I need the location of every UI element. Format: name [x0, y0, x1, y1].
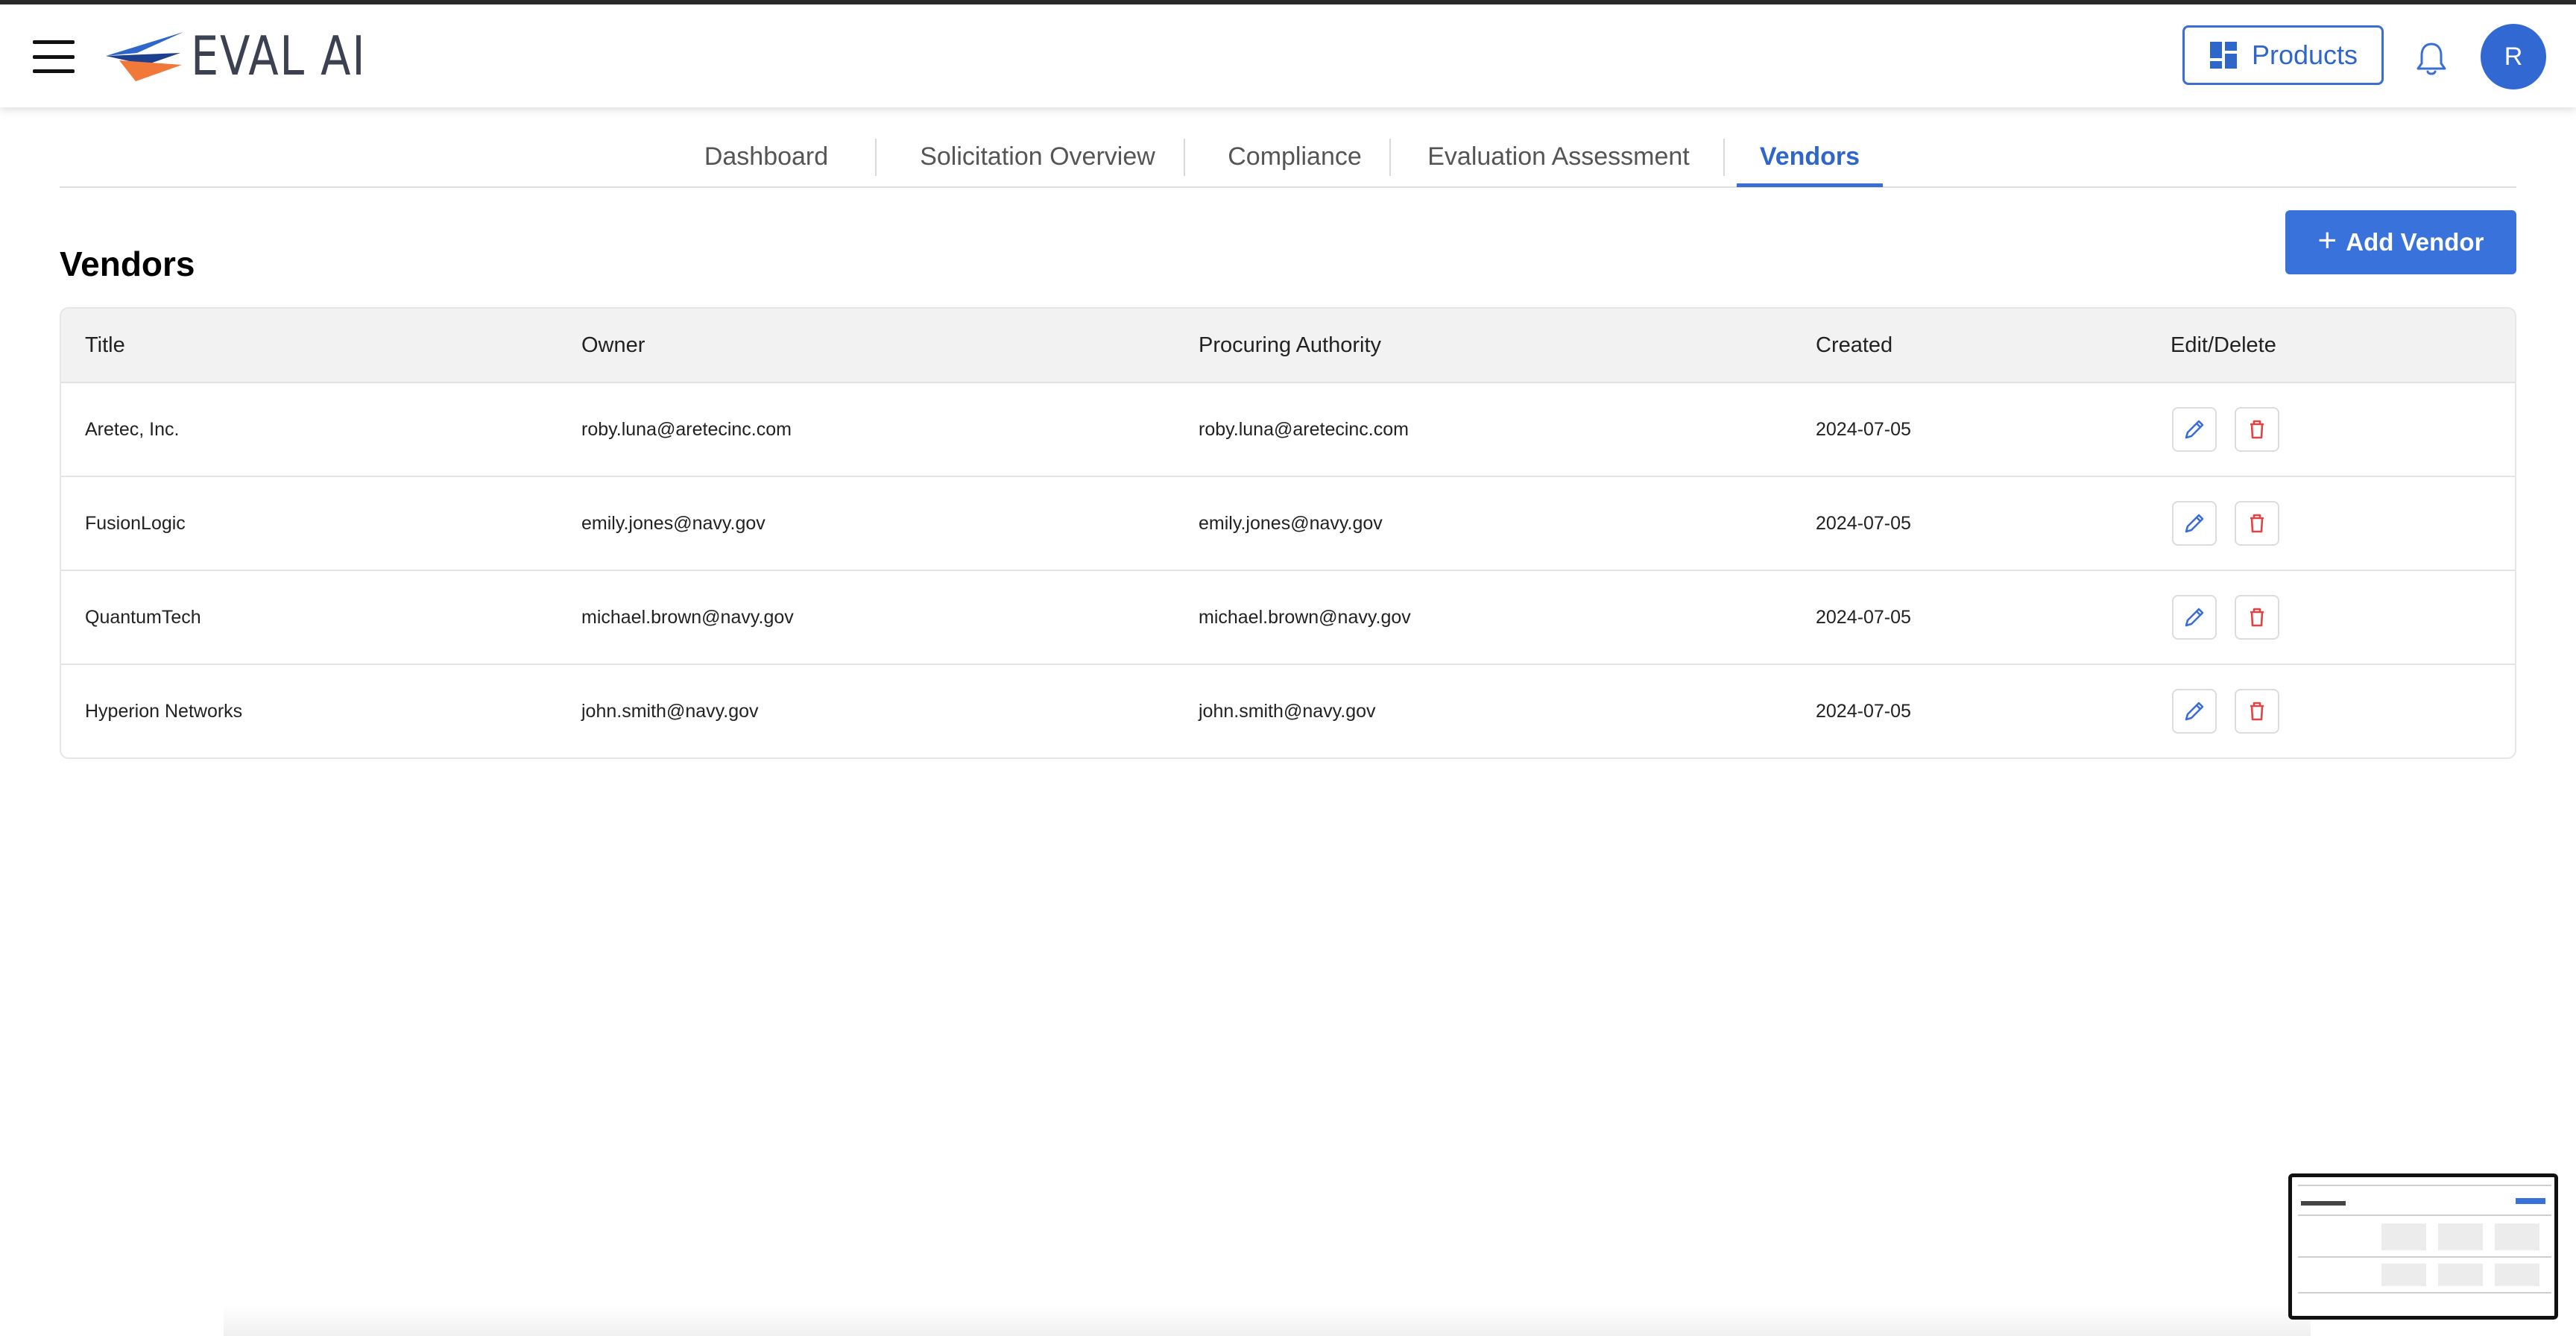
- preview-cell: [2381, 1223, 2426, 1250]
- vendor-created-date: 2024-07-05: [1816, 418, 1911, 440]
- trash-icon: [2250, 608, 2264, 627]
- tab-solicitation-overview[interactable]: Solicitation Overview: [909, 128, 1166, 185]
- vendor-owner: john.smith@navy.gov: [581, 700, 759, 722]
- main-tabs: Dashboard Solicitation Overview Complian…: [60, 128, 2516, 188]
- trash-icon: [2250, 420, 2264, 439]
- vendor-procuring-authority: roby.luna@aretecinc.com: [1199, 418, 1409, 440]
- tab-divider: [1389, 139, 1391, 176]
- add-vendor-button[interactable]: + Add Vendor: [2285, 210, 2516, 274]
- table-row: QuantumTech michael.brown@navy.gov micha…: [61, 571, 2515, 665]
- delete-button[interactable]: [2235, 595, 2279, 640]
- preview-title: [2301, 1201, 2346, 1206]
- preview-button: [2516, 1198, 2545, 1204]
- edit-button[interactable]: [2172, 407, 2217, 452]
- preview-row-line: [2298, 1214, 2551, 1216]
- avatar-initial: R: [2504, 42, 2523, 71]
- header-procuring-authority: Procuring Authority: [1199, 333, 1382, 357]
- vendor-created-date: 2024-07-05: [1816, 606, 1911, 628]
- page-title: Vendors: [60, 244, 195, 283]
- app-logo[interactable]: EVAL AI: [106, 24, 405, 88]
- tab-evaluation-assessment[interactable]: Evaluation Assessment: [1421, 128, 1696, 185]
- tab-divider: [1184, 139, 1185, 176]
- vendor-owner: roby.luna@aretecinc.com: [581, 418, 792, 440]
- pencil-icon: [2185, 608, 2204, 627]
- add-vendor-label: Add Vendor: [2346, 228, 2484, 256]
- user-avatar[interactable]: R: [2481, 24, 2546, 89]
- eval-ai-logo-icon: [106, 32, 183, 81]
- table-row: FusionLogic emily.jones@navy.gov emily.j…: [61, 477, 2515, 571]
- vendor-procuring-authority: john.smith@navy.gov: [1199, 700, 1376, 722]
- plus-icon: +: [2317, 222, 2337, 259]
- vendor-title: FusionLogic: [85, 512, 186, 534]
- pencil-icon: [2185, 514, 2204, 533]
- hamburger-menu-icon[interactable]: [33, 40, 75, 73]
- products-label: Products: [2251, 40, 2358, 70]
- header-title: Title: [85, 333, 125, 357]
- edit-button[interactable]: [2172, 595, 2217, 640]
- delete-button[interactable]: [2235, 407, 2279, 452]
- tab-compliance[interactable]: Compliance: [1216, 128, 1373, 185]
- dashboard-grid-icon: [2209, 42, 2237, 69]
- products-button[interactable]: Products: [2182, 25, 2384, 85]
- vendor-created-date: 2024-07-05: [1816, 700, 1911, 722]
- pencil-icon: [2185, 702, 2204, 721]
- vendors-table: Title Owner Procuring Authority Created …: [60, 307, 2516, 759]
- vendor-owner: michael.brown@navy.gov: [581, 606, 794, 628]
- tab-dashboard[interactable]: Dashboard: [695, 128, 838, 185]
- header-edit-delete: Edit/Delete: [2171, 333, 2276, 357]
- preview-cell: [2495, 1223, 2539, 1250]
- app-header: EVAL AI Products R: [0, 4, 2576, 107]
- table-row: Hyperion Networks john.smith@navy.gov jo…: [61, 665, 2515, 757]
- header-created: Created: [1816, 333, 1893, 357]
- vendor-created-date: 2024-07-05: [1816, 512, 1911, 534]
- logo-text: EVAL AI: [191, 25, 367, 87]
- table-header: Title Owner Procuring Authority Created …: [61, 309, 2515, 383]
- tab-divider: [875, 139, 877, 176]
- tab-divider: [1723, 139, 1725, 176]
- delete-button[interactable]: [2235, 501, 2279, 546]
- edit-button[interactable]: [2172, 501, 2217, 546]
- preview-cell: [2495, 1264, 2539, 1286]
- vendor-owner: emily.jones@navy.gov: [581, 512, 765, 534]
- preview-header-line: [2298, 1185, 2551, 1186]
- preview-cell: [2438, 1264, 2483, 1286]
- edit-button[interactable]: [2172, 689, 2217, 734]
- vendor-title: QuantumTech: [85, 606, 201, 628]
- preview-row-line: [2298, 1292, 2551, 1294]
- preview-cell: [2438, 1223, 2483, 1250]
- preview-cell: [2381, 1264, 2426, 1286]
- trash-icon: [2250, 702, 2264, 721]
- vendor-title: Hyperion Networks: [85, 700, 243, 722]
- vendor-procuring-authority: michael.brown@navy.gov: [1199, 606, 1411, 628]
- bell-icon[interactable]: [2415, 40, 2448, 78]
- tab-vendors[interactable]: Vendors: [1737, 128, 1883, 187]
- trash-icon: [2250, 514, 2264, 533]
- preview-row-line: [2298, 1256, 2551, 1258]
- screenshot-preview-thumbnail[interactable]: [2288, 1173, 2558, 1320]
- header-owner: Owner: [581, 333, 645, 357]
- bottom-shadow: [224, 1305, 2311, 1336]
- vendor-title: Aretec, Inc.: [85, 418, 180, 440]
- delete-button[interactable]: [2235, 689, 2279, 734]
- table-row: Aretec, Inc. roby.luna@aretecinc.com rob…: [61, 383, 2515, 477]
- pencil-icon: [2185, 420, 2204, 439]
- vendor-procuring-authority: emily.jones@navy.gov: [1199, 512, 1383, 534]
